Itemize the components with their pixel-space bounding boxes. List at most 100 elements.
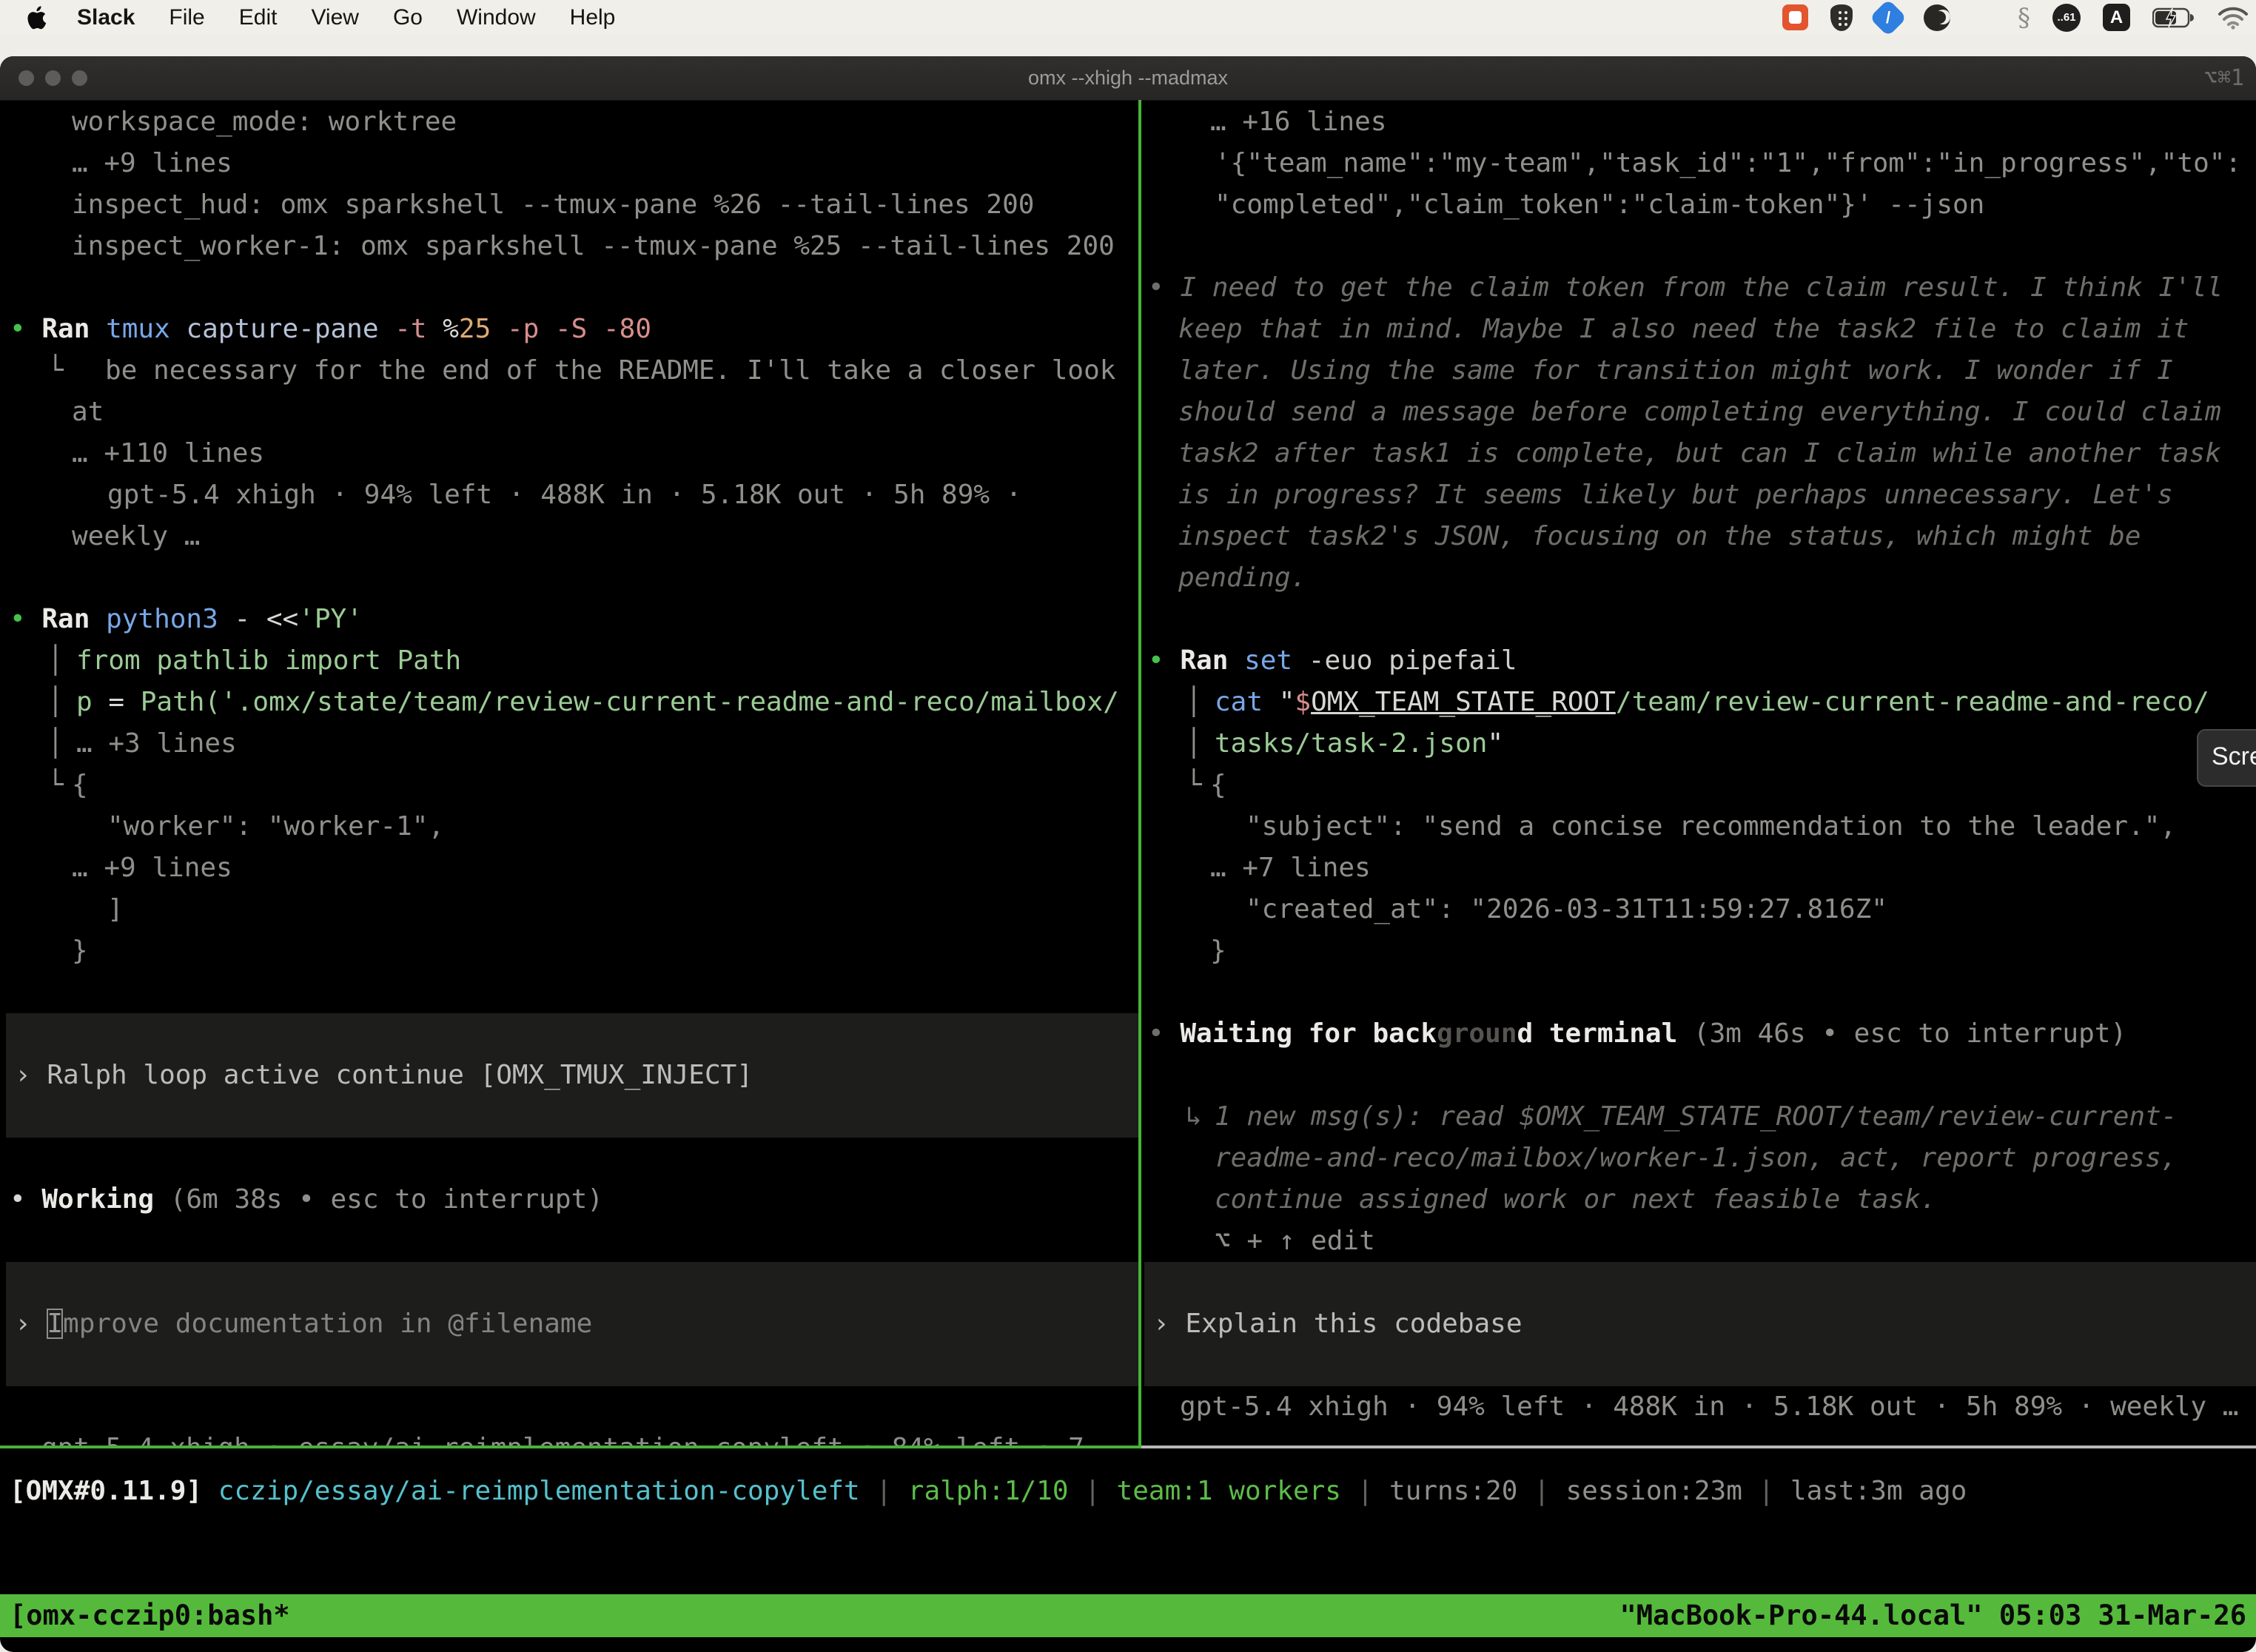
omx-status-line: [OMX#0.11.9] cczip/essay/ai-reimplementa… [10,1471,1967,1512]
terminal-text: } [72,936,88,966]
terminal-line: │ from pathlib import Path [0,640,1138,682]
menu-item-app[interactable]: Slack [77,5,135,30]
terminal-text: task2 after task1 is complete, but can I… [1178,438,2221,469]
menu-bar: Slack FileEditViewGoWindowHelp / § ..61 … [0,0,2256,35]
terminal-text: } [1210,936,1226,966]
terminal-line: ] [0,889,1138,930]
wifi-icon[interactable] [2218,6,2249,30]
shield-icon[interactable] [1830,4,1853,31]
terminal-text: Ran [1180,645,1244,676]
prompt-suggestion[interactable]: › Explain this codebase [1138,1303,2256,1345]
gutter-corner-icon: └ [47,765,64,806]
terminal-text: gpt-5.4 xhigh · 94% left · 488K in · 5.1… [107,480,1021,510]
terminal-line-text: inspect_worker-1: omx sparkshell --tmux-… [72,226,1115,267]
terminal-line: │p = Path('.omx/state/team/review-curren… [0,682,1138,723]
terminal-line-text: keep that in mind. Maybe I also need the… [1178,309,2189,350]
battery-icon[interactable] [2152,7,2195,29]
terminal-line-text: from pathlib import Path [76,640,461,682]
terminal-text: … +110 lines [72,438,264,469]
terminal-line: pending. [1138,557,2256,599]
terminal-pane-right[interactable]: … +16 lines'{"team_name":"my-team","task… [1138,101,2256,1446]
terminal-text: cczip/essay/ai-reimplementation-copyleft [218,1476,876,1506]
apple-menu-icon[interactable] [27,4,49,31]
terminal-text: tmux [106,314,186,344]
terminal-text: " [1279,687,1295,717]
badge-61-icon[interactable]: ..61 [2052,4,2081,32]
squiggle-icon[interactable]: § [2018,3,2030,33]
terminal-line: • Ran set -euo pipefail [1138,640,2256,682]
inactive-pane-border [1141,1446,2256,1448]
terminal-text: -t [395,314,443,344]
terminal-line-text: ] [107,889,124,930]
terminal-line-text: • Ran python3 - <<'PY' [10,599,363,640]
terminal-text: groun [1437,1018,1517,1049]
menu-item-file[interactable]: File [169,5,204,30]
terminal-text: be necessary for the end of the README. … [105,355,1115,386]
terminal-line: … +110 lines [0,433,1138,474]
terminal-line: keep that in mind. Maybe I also need the… [1138,309,2256,350]
dots-grid-icon[interactable] [1973,6,1995,29]
terminal-line: │tasks/task-2.json" [1138,723,2256,765]
terminal-text: d terminal [1517,1018,1693,1049]
terminal-line-text: • Ran tmux capture-pane -t %25 -p -S -80 [10,309,651,350]
terminal-line: task2 after task1 is complete, but can I… [1138,433,2256,474]
terminal-text: • [1148,645,1180,676]
terminal-text: inspect_worker-1: omx sparkshell --tmux-… [72,231,1115,261]
terminal-line: is in progress? It seems likely but perh… [1138,474,2256,516]
terminal-text: inspect task2's JSON, focusing on the st… [1178,521,2141,551]
terminal-text: { [1210,770,1226,800]
terminal-line-text: … +16 lines [1210,101,1386,143]
terminal-line: inspect_worker-1: omx sparkshell --tmux-… [0,226,1138,267]
terminal-text: • [10,604,41,634]
prompt-input[interactable]: › Improve documentation in @filename [0,1303,1138,1345]
terminal-text: -p -S -80 [507,314,651,344]
terminal-text: { [72,770,88,800]
model-status: gpt-5.4 xhigh · 94% left · 488K in · 5.1… [1138,1386,2256,1428]
terminal-text: tasks/task-2.json [1215,728,1487,759]
gutter-pipe-icon: │ [1186,682,1202,723]
terminal-text: | [1534,1476,1565,1506]
menu-item-edit[interactable]: Edit [239,5,278,30]
gutter-corner-icon: └ [1186,765,1202,806]
terminal-text: • [10,1184,41,1215]
terminal-line-text: { [72,765,88,806]
terminal-text: ralph:1/10 [908,1476,1084,1506]
blue-app-icon[interactable]: / [1870,0,1907,36]
terminal-line-text: weekly … [72,516,200,557]
terminal-line: • Ran python3 - <<'PY' [0,599,1138,640]
tmux-session-label: [omx-cczip0:bash* [10,1594,290,1637]
terminal-line: └{ [0,765,1138,806]
a-app-icon[interactable]: A [2103,4,2130,31]
terminal-text: Path('.omx/state/team/review-current-rea… [141,687,1119,717]
terminal-text: … +9 lines [72,148,232,178]
terminal-text: › Explain this codebase [1153,1309,1523,1339]
terminal-text: … +9 lines [72,853,232,883]
terminal-line-text: be necessary for the end of the README. … [105,350,1115,392]
terminal-text: " [1487,728,1503,759]
terminal-pane-left[interactable]: workspace_mode: worktree … +9 lines inspec… [0,101,1138,1446]
terminal-line: workspace_mode: worktree [0,101,1138,143]
terminal-text: ⌥ + ↑ edit [1215,1226,1375,1256]
terminal-text: mprove documentation in @filename [63,1309,592,1339]
window-title: omx --xhigh --madmax [0,56,2256,100]
menu-item-view[interactable]: View [311,5,358,30]
terminal-text: I need to get the claim token from the c… [1180,272,2223,303]
terminal-text: | [876,1476,907,1506]
terminal-text: cat [1215,687,1279,717]
terminal-line: ⌥ + ↑ edit [1138,1220,2256,1262]
menu-item-help[interactable]: Help [570,5,616,30]
terminal-line-text: } [1210,930,1226,972]
terminal-text: (3m 46s • esc to interrupt) [1693,1018,2126,1049]
pane-divider[interactable] [1138,100,1141,1446]
terminal-line-text: should send a message before completing … [1178,392,2221,433]
menu-item-go[interactable]: Go [393,5,423,30]
gutter-pipe-icon: │ [47,640,64,682]
chat-icon[interactable] [1782,4,1808,30]
terminal-cursor: I [47,1309,63,1339]
terminal-text: • [1148,1018,1180,1049]
terminal-text: ] [107,894,124,924]
screenshot-tooltip: Scre [2197,729,2256,787]
dark-circle-icon[interactable] [1924,4,1950,31]
terminal-text: Working [41,1184,169,1215]
menu-item-window[interactable]: Window [457,5,536,30]
